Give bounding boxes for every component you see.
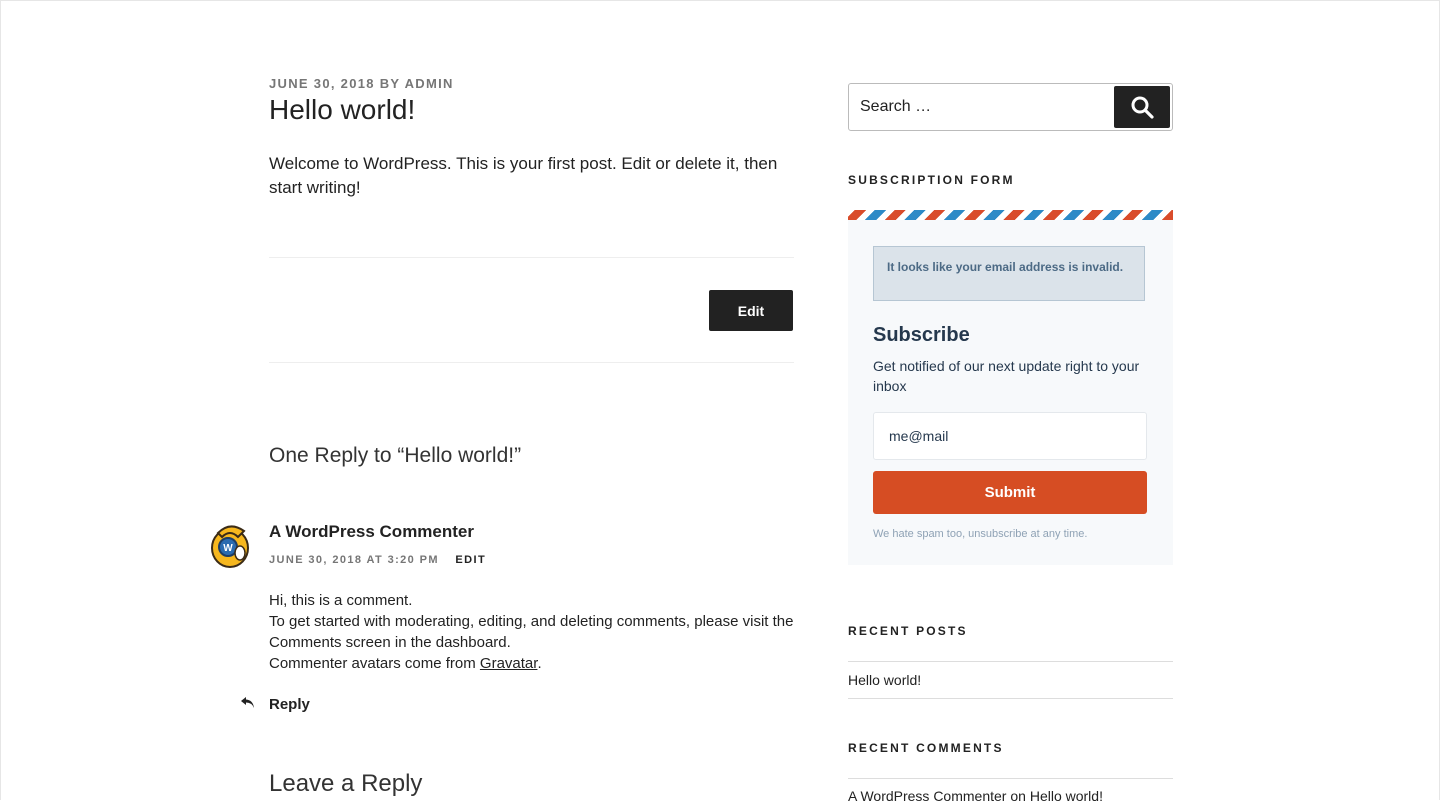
comment-edit-link[interactable]: EDIT bbox=[455, 554, 486, 566]
reply-link[interactable]: Reply bbox=[269, 696, 310, 713]
spam-note: We hate spam too, unsubscribe at any tim… bbox=[873, 528, 1088, 540]
comment-date[interactable]: JUNE 30, 2018 AT 3:20 PM bbox=[269, 554, 439, 566]
post-date[interactable]: JUNE 30, 2018 bbox=[269, 76, 375, 91]
frame-left bbox=[0, 0, 1, 800]
error-alert: It looks like your email address is inva… bbox=[873, 246, 1145, 301]
commenter-avatar-icon: W bbox=[211, 525, 249, 568]
airmail-stripe bbox=[848, 210, 1173, 220]
reply-arrow-icon[interactable] bbox=[240, 696, 256, 710]
recent-posts-title: RECENT POSTS bbox=[848, 624, 968, 638]
post-author[interactable]: ADMIN bbox=[405, 76, 454, 91]
divider bbox=[269, 362, 794, 363]
search-icon bbox=[1131, 96, 1154, 119]
submit-button[interactable]: Submit bbox=[873, 471, 1147, 514]
svg-text:W: W bbox=[223, 543, 233, 554]
list-divider bbox=[848, 661, 1173, 662]
comment-line: To get started with moderating, editing,… bbox=[269, 613, 794, 651]
recent-comment-author[interactable]: A WordPress Commenter bbox=[848, 788, 1006, 804]
search-input[interactable] bbox=[849, 84, 1109, 130]
post-meta: JUNE 30, 2018 BY ADMIN bbox=[269, 76, 454, 91]
comment-line: Commenter avatars come from Gravatar. bbox=[269, 653, 799, 674]
recent-comment-item: A WordPress Commenter on Hello world! bbox=[848, 788, 1103, 804]
email-field[interactable] bbox=[873, 412, 1147, 460]
divider bbox=[269, 257, 794, 258]
recent-comment-post[interactable]: Hello world! bbox=[1030, 788, 1103, 804]
list-divider bbox=[848, 698, 1173, 699]
comment-line: Hi, this is a comment. bbox=[269, 592, 413, 609]
search-form bbox=[848, 83, 1173, 131]
frame-top bbox=[0, 0, 1440, 1]
recent-comment-on: on bbox=[1010, 788, 1026, 804]
recent-post-link[interactable]: Hello world! bbox=[848, 672, 921, 688]
search-button[interactable] bbox=[1114, 86, 1170, 128]
comments-heading: One Reply to “Hello world!” bbox=[269, 444, 522, 467]
post-content: Welcome to WordPress. This is your first… bbox=[269, 154, 778, 197]
post-by: BY bbox=[379, 76, 401, 91]
subscribe-description: Get notified of our next update right to… bbox=[873, 358, 1140, 394]
leave-reply-heading: Leave a Reply bbox=[269, 770, 423, 797]
subscribe-title: Subscribe bbox=[873, 324, 970, 346]
comment-author[interactable]: A WordPress Commenter bbox=[269, 522, 474, 542]
list-divider bbox=[848, 778, 1173, 779]
recent-comments-title: RECENT COMMENTS bbox=[848, 741, 1004, 755]
post-title: Hello world! bbox=[269, 94, 416, 125]
subscription-widget-title: SUBSCRIPTION FORM bbox=[848, 173, 1015, 187]
subscription-form: It looks like your email address is inva… bbox=[848, 210, 1173, 565]
comment-line-suffix: . bbox=[537, 655, 542, 672]
comment-body: Hi, this is a comment. To get started wi… bbox=[269, 590, 799, 674]
edit-post-button[interactable]: Edit bbox=[709, 290, 793, 331]
comment-line-text: Commenter avatars come from bbox=[269, 655, 480, 672]
gravatar-link[interactable]: Gravatar bbox=[480, 655, 538, 672]
comment-meta: JUNE 30, 2018 AT 3:20 PM EDIT bbox=[269, 554, 486, 566]
